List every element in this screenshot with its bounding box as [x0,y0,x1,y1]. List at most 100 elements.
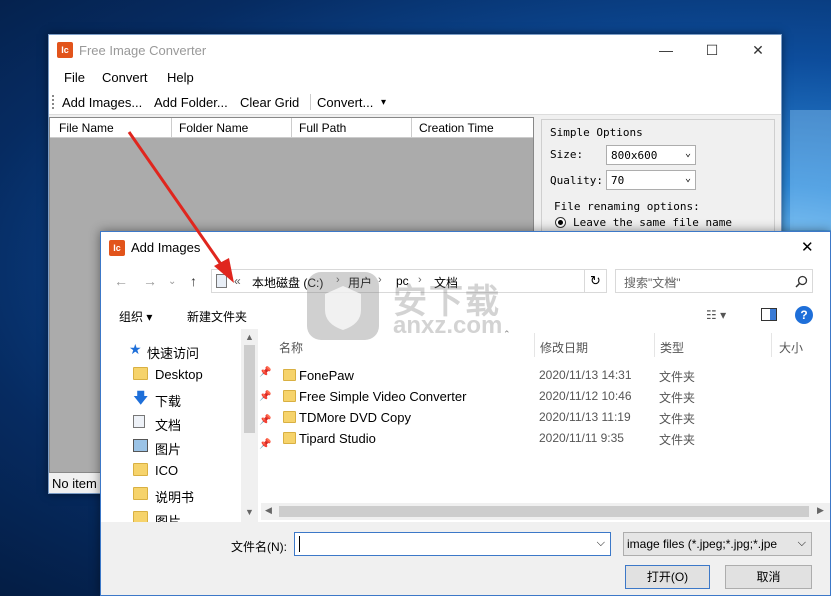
forward-arrow-icon[interactable]: → [143,273,157,289]
list-item[interactable]: Tipard Studio 2020/11/11 9:35 文件夹 [281,428,826,449]
filter-value: image files (*.jpeg;*.jpg;*.jpe [627,537,778,551]
quality-value: 70 [611,174,625,187]
nav-scrollbar[interactable]: ▲ ▼ [241,329,258,522]
horizontal-scrollbar[interactable]: ◀ ▶ [261,503,830,520]
chevron-down-icon: ⌵ [797,537,806,549]
back-arrow-icon[interactable]: ← [114,273,128,289]
organize-button[interactable]: 组织 ▾ [119,308,152,325]
toolbar-grip[interactable] [52,95,54,109]
quality-select[interactable]: 70 ⌄ [606,170,696,190]
folder-icon [283,390,296,402]
column-type[interactable]: 类型 [660,339,684,356]
minimize-button[interactable]: — [643,35,689,65]
folder-icon [283,411,296,423]
chevron-down-icon: ⌄ [684,148,691,159]
nav-item-label: Desktop [155,367,203,382]
column-size[interactable]: 大小 [779,339,803,356]
shield-icon [325,286,361,330]
clear-grid-button[interactable]: Clear Grid [240,95,299,110]
options-title: Simple Options [550,126,643,139]
column-file-name[interactable]: File Name [59,121,114,135]
scroll-down-icon[interactable]: ▼ [245,507,254,517]
list-item[interactable]: TDMore DVD Copy 2020/11/13 11:19 文件夹 [281,407,826,428]
dialog-footer: 文件名(N): ⌵ image files (*.jpeg;*.jpg;*.jp… [101,522,830,595]
folder-icon [283,432,296,444]
document-icon [133,415,145,428]
nav-item-label: ICO [155,463,179,478]
maximize-button[interactable]: ☐ [689,35,735,65]
column-divider[interactable] [771,333,772,357]
size-label: Size: [550,148,584,161]
file-date: 2020/11/12 10:46 [539,389,632,403]
add-images-button[interactable]: Add Images... [62,95,142,110]
size-select[interactable]: 800x600 ⌄ [606,145,696,165]
close-button[interactable]: ✕ [735,35,781,65]
sort-up-icon: ⌃ [503,329,511,339]
main-window-title: Free Image Converter [79,43,207,58]
column-date[interactable]: 修改日期 [540,339,588,356]
menu-file[interactable]: File [64,70,85,85]
dialog-title-bar[interactable]: Ic Add Images ✕ [101,232,830,265]
column-divider[interactable] [654,333,655,357]
picture-icon [133,439,148,452]
menu-convert[interactable]: Convert [102,70,148,85]
column-folder-name[interactable]: Folder Name [179,121,248,135]
menu-help[interactable]: Help [167,70,194,85]
filename-input[interactable]: ⌵ [294,532,611,556]
convert-button[interactable]: Convert... [317,95,373,110]
file-type: 文件夹 [659,433,696,447]
file-list: ⌃ 名称 修改日期 类型 大小 FonePaw 2020/11/13 14:31… [261,329,830,522]
column-full-path[interactable]: Full Path [299,121,346,135]
chevron-down-icon[interactable]: ⌵ [597,537,605,550]
scroll-right-icon[interactable]: ▶ [817,505,824,516]
file-name: Free Simple Video Converter [299,389,467,404]
quality-label: Quality: [550,174,603,187]
help-icon[interactable]: ? [795,306,813,324]
refresh-icon[interactable]: ↻ [584,270,606,292]
open-button[interactable]: 打开(O) [625,565,710,589]
chevron-down-icon: ⌄ [684,173,691,184]
scroll-thumb[interactable] [244,345,255,433]
watermark-logo-icon [307,272,379,340]
column-divider[interactable] [291,118,292,138]
column-divider[interactable] [171,118,172,138]
scroll-left-icon[interactable]: ◀ [265,505,272,516]
file-type-filter[interactable]: image files (*.jpeg;*.jpg;*.jpe ⌵ [623,532,812,556]
app-logo-icon: Ic [109,240,125,256]
scroll-thumb[interactable] [279,506,809,517]
renaming-label: File renaming options: [554,200,700,213]
cancel-button[interactable]: 取消 [725,565,812,589]
size-value: 800x600 [611,149,658,162]
dialog-close-button[interactable]: ✕ [801,238,814,256]
search-box[interactable]: 搜索"文档" [615,269,813,293]
wallpaper-light-beam [790,110,831,230]
rename-same-radio[interactable] [555,217,566,228]
list-item[interactable]: FonePaw 2020/11/13 14:31 文件夹 [281,365,826,386]
recent-dropdown-icon[interactable]: ⌄ [168,276,176,287]
folder-icon [133,367,148,380]
column-divider[interactable] [534,333,535,357]
main-title-bar[interactable]: Ic Free Image Converter — ☐ ✕ [49,35,781,65]
column-name[interactable]: 名称 [279,339,303,356]
scroll-up-icon[interactable]: ▲ [245,332,254,342]
quick-access-label: 快速访问 [147,346,200,361]
add-images-dialog: Ic Add Images ✕ ← → ⌄ ↑ « 本地磁盘 (C:) › 用户… [100,231,831,596]
nav-item-label: 说明书 [155,490,195,505]
column-creation-time[interactable]: Creation Time [419,121,494,135]
view-options-icon[interactable]: ☷ ▾ [706,308,726,322]
breadcrumb-overflow[interactable]: « [234,274,241,288]
convert-dropdown-icon[interactable]: ▾ [381,97,386,108]
simple-options-panel: Simple Options Size: 800x600 ⌄ Quality: … [541,119,775,239]
nav-item-label: 图片 [155,442,182,457]
list-item[interactable]: Free Simple Video Converter 2020/11/12 1… [281,386,826,407]
column-divider[interactable] [411,118,412,138]
nav-item-label: 下载 [155,394,182,409]
preview-pane-icon[interactable] [761,308,777,321]
new-folder-button[interactable]: 新建文件夹 [187,308,247,325]
add-folder-button[interactable]: Add Folder... [154,95,228,110]
download-icon: 🡇 [133,390,149,407]
file-type: 文件夹 [659,370,696,384]
star-icon: ★ [129,341,142,357]
search-placeholder: 搜索"文档" [624,276,681,290]
up-arrow-icon[interactable]: ↑ [190,273,197,289]
